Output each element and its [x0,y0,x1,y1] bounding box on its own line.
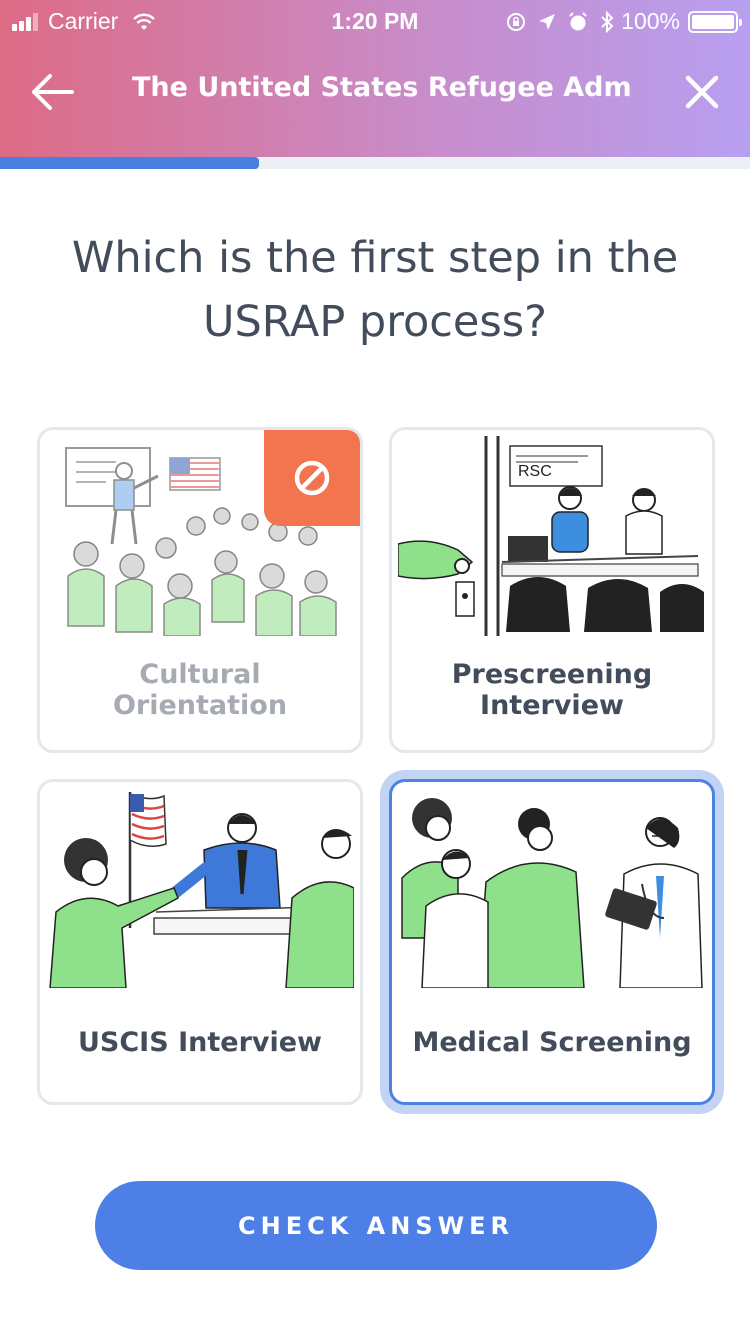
check-answer-button[interactable]: CHECK ANSWER [95,1181,657,1270]
location-icon [539,13,556,30]
battery-percent: 100% [621,8,680,34]
incorrect-badge [264,430,360,526]
option-card-uscis-interview[interactable]: USCIS Interview [37,779,363,1105]
medical-checkup-illustration [401,798,703,988]
arrow-left-icon [32,74,74,110]
option-card-prescreening-interview[interactable]: RSC Prescreening Interview [389,427,715,753]
ban-icon [294,460,330,496]
close-button[interactable] [682,72,722,112]
header: Carrier 1:20 PM 100% The Untited States … [0,0,750,160]
nav-bar: The Untited States Refugee Adm... [0,56,750,128]
option-label: USCIS Interview [78,1026,322,1058]
rsc-sign-text: RSC [518,463,552,480]
status-bar: Carrier 1:20 PM 100% [0,0,750,44]
option-card-cultural-orientation[interactable]: Cultural Orientation [37,427,363,753]
status-right: 100% [495,8,742,35]
alarm-icon [569,11,587,30]
progress-bar [0,157,750,169]
option-label: Cultural Orientation [112,659,288,721]
bluetooth-icon [601,10,614,33]
battery-icon [688,10,742,33]
option-label: Medical Screening [412,1026,692,1058]
close-icon [685,75,719,109]
option-card-medical-screening[interactable]: Medical Screening [389,779,715,1105]
interview-room-illustration: RSC [398,436,704,636]
option-label: Prescreening Interview [451,659,653,721]
orientation-lock-icon [507,12,526,31]
handshake-illustration [49,792,354,988]
back-button[interactable] [28,70,76,114]
progress-fill [0,157,259,169]
nav-title: The Untited States Refugee Adm... [132,72,632,103]
question-text: Which is the first step in the USRAP pro… [71,233,679,347]
